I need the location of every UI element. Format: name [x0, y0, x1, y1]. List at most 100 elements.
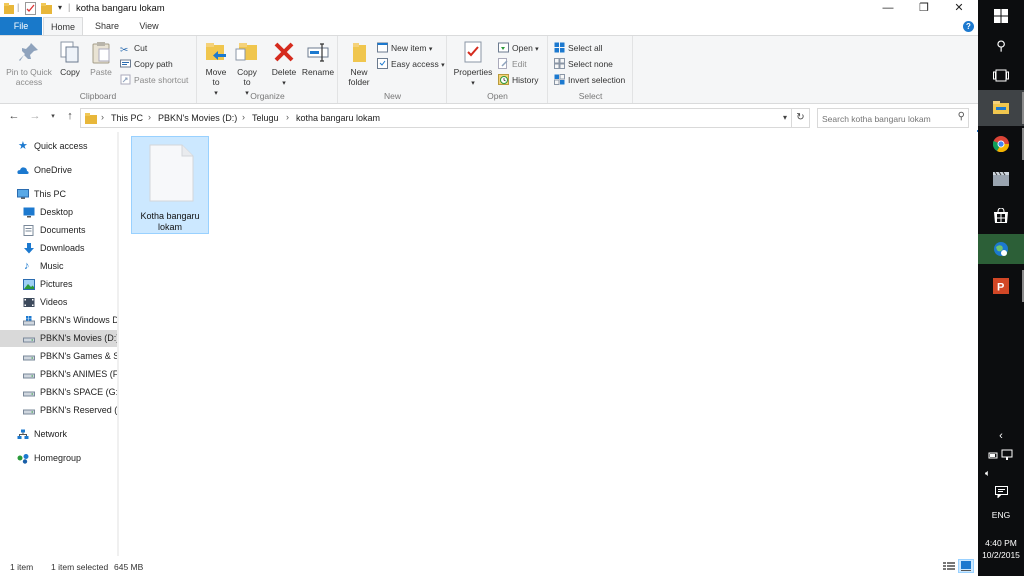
breadcrumb-telugu[interactable]: Telugu	[252, 113, 279, 123]
copy-path-button[interactable]: Copy path	[120, 57, 173, 71]
select-group: Select all Select none Invert selection …	[549, 36, 633, 103]
taskbar-globe-app[interactable]	[978, 234, 1024, 264]
nav-item-games-drive[interactable]: PBKN's Games & Sc	[0, 348, 119, 365]
search-icon: ⚲	[957, 111, 965, 122]
minimize-button[interactable]: —	[870, 0, 906, 17]
easy-access-button[interactable]: Easy access ▾	[377, 57, 445, 71]
up-button[interactable]: ↑	[62, 110, 78, 122]
nav-item-reserved-drive[interactable]: PBKN's Reserved (J:	[0, 402, 119, 419]
delete-button[interactable]: Delete ▾	[268, 40, 300, 89]
edit-button[interactable]: Edit	[498, 57, 527, 71]
nav-label: Documents	[40, 225, 86, 235]
file-item[interactable]: Kotha bangaru lokam	[131, 136, 209, 234]
search-input[interactable]	[822, 112, 950, 125]
pin-to-quick-access-button[interactable]: Pin to Quick access	[4, 40, 54, 87]
task-view-button[interactable]	[978, 64, 1024, 88]
edit-label: Edit	[512, 59, 527, 69]
nav-item-documents[interactable]: Documents	[0, 222, 119, 239]
close-button[interactable]: ✕	[941, 0, 977, 17]
help-button[interactable]: ?	[963, 21, 974, 32]
nav-label: PBKN's Reserved (J:	[40, 405, 119, 415]
start-button[interactable]	[978, 4, 1024, 28]
nav-item-pictures[interactable]: Pictures	[0, 276, 119, 293]
properties-dropdown-icon: ▾	[471, 80, 475, 87]
rename-button[interactable]: Rename	[300, 40, 336, 77]
properties-button[interactable]: Properties ▾	[452, 40, 494, 89]
nav-item-animes-drive[interactable]: PBKN's ANIMES (F:)	[0, 366, 119, 383]
drive-icon	[23, 373, 35, 379]
taskbar-film-app[interactable]	[978, 162, 1024, 198]
copy-label: Copy	[60, 67, 80, 77]
copy-icon	[60, 41, 79, 63]
nav-item-desktop[interactable]: Desktop	[0, 204, 119, 221]
copy-path-label: Copy path	[134, 59, 173, 69]
taskbar-store[interactable]	[978, 198, 1024, 234]
search-box[interactable]: ⚲	[817, 108, 969, 128]
select-all-button[interactable]: Select all	[554, 41, 603, 55]
forward-button[interactable]: →	[27, 110, 43, 122]
pin-label: Pin to Quick access	[6, 67, 52, 87]
taskbar-file-explorer[interactable]	[978, 90, 1024, 126]
address-dropdown-icon[interactable]: ▾	[783, 113, 787, 122]
nav-item-space-drive[interactable]: PBKN's SPACE (G:)	[0, 384, 119, 401]
volume-button[interactable]: 🔈︎	[978, 468, 1024, 482]
cut-label: Cut	[134, 43, 148, 53]
new-folder-qat-icon[interactable]	[41, 2, 52, 15]
action-center-button[interactable]	[978, 486, 1024, 502]
tab-share[interactable]: Share	[88, 17, 126, 35]
drive-icon	[23, 337, 35, 343]
copy-to-icon	[235, 43, 257, 61]
search-taskbar-button[interactable]: ⚲	[978, 34, 1024, 58]
paste-icon	[92, 42, 110, 64]
cut-button[interactable]: ✂ Cut	[120, 41, 148, 56]
language-indicator[interactable]: ENG	[978, 510, 1024, 522]
nav-item-network[interactable]: Network	[0, 426, 119, 443]
navigation-pane-scrollbar[interactable]	[117, 132, 119, 556]
qat-dropdown-icon[interactable]: ▾	[58, 3, 62, 16]
breadcrumb-current-folder[interactable]: kotha bangaru lokam	[296, 113, 380, 123]
folder-icon	[4, 3, 14, 14]
open-button[interactable]: Open ▾	[498, 41, 539, 55]
tab-home[interactable]: Home	[43, 17, 83, 36]
new-folder-button[interactable]: New folder	[343, 40, 375, 87]
properties-qat-icon[interactable]	[25, 2, 36, 15]
nav-item-onedrive[interactable]: OneDrive	[0, 162, 119, 179]
back-button[interactable]: ←	[6, 110, 22, 122]
recent-locations-dropdown-icon[interactable]: ▾	[45, 112, 61, 120]
address-bar[interactable]: › This PC › PBKN's Movies (D:) › Telugu …	[80, 108, 792, 128]
nav-label: PBKN's SPACE (G:)	[40, 387, 119, 397]
clock-time[interactable]: 4:40 PM	[978, 538, 1024, 548]
nav-item-homegroup[interactable]: Homegroup	[0, 450, 119, 467]
nav-item-windows-drive[interactable]: PBKN's Windows Dr	[0, 312, 119, 329]
easy-access-dropdown-icon: ▾	[441, 62, 445, 69]
nav-item-videos[interactable]: Videos	[0, 294, 119, 311]
nav-label: Homegroup	[34, 453, 82, 463]
details-view-icon[interactable]	[942, 560, 956, 572]
show-hidden-icons-button[interactable]: ‹	[978, 430, 1024, 446]
nav-item-movies-drive[interactable]: PBKN's Movies (D:)	[0, 330, 119, 347]
taskbar-powerpoint[interactable]: P	[978, 268, 1024, 304]
taskbar-chrome[interactable]	[978, 126, 1024, 162]
new-item-button[interactable]: New item ▾	[377, 41, 432, 55]
large-icons-view-icon[interactable]	[958, 559, 974, 573]
documents-icon	[23, 225, 34, 236]
nav-item-quick-access[interactable]: ★ Quick access	[0, 138, 119, 155]
clock-date[interactable]: 10/2/2015	[978, 550, 1024, 560]
battery-network-icon[interactable]	[988, 449, 1014, 461]
paste-shortcut-button[interactable]: Paste shortcut	[120, 73, 188, 87]
nav-item-music[interactable]: ♪ Music	[0, 258, 119, 275]
maximize-button[interactable]: ❐	[906, 0, 942, 17]
paste-label: Paste	[90, 67, 112, 77]
history-button[interactable]: History	[498, 73, 538, 87]
tab-view[interactable]: View	[130, 17, 168, 35]
select-none-button[interactable]: Select none	[554, 57, 613, 71]
nav-item-downloads[interactable]: Downloads	[0, 240, 119, 257]
refresh-button[interactable]: ↻	[792, 108, 810, 128]
paste-button[interactable]: Paste	[86, 40, 116, 77]
nav-item-this-pc[interactable]: This PC	[0, 186, 119, 203]
breadcrumb-drive[interactable]: PBKN's Movies (D:)	[158, 113, 237, 123]
invert-selection-button[interactable]: Invert selection	[554, 73, 625, 87]
tab-file[interactable]: File	[0, 17, 42, 35]
breadcrumb-this-pc[interactable]: This PC	[111, 113, 143, 123]
copy-button[interactable]: Copy	[56, 40, 84, 77]
